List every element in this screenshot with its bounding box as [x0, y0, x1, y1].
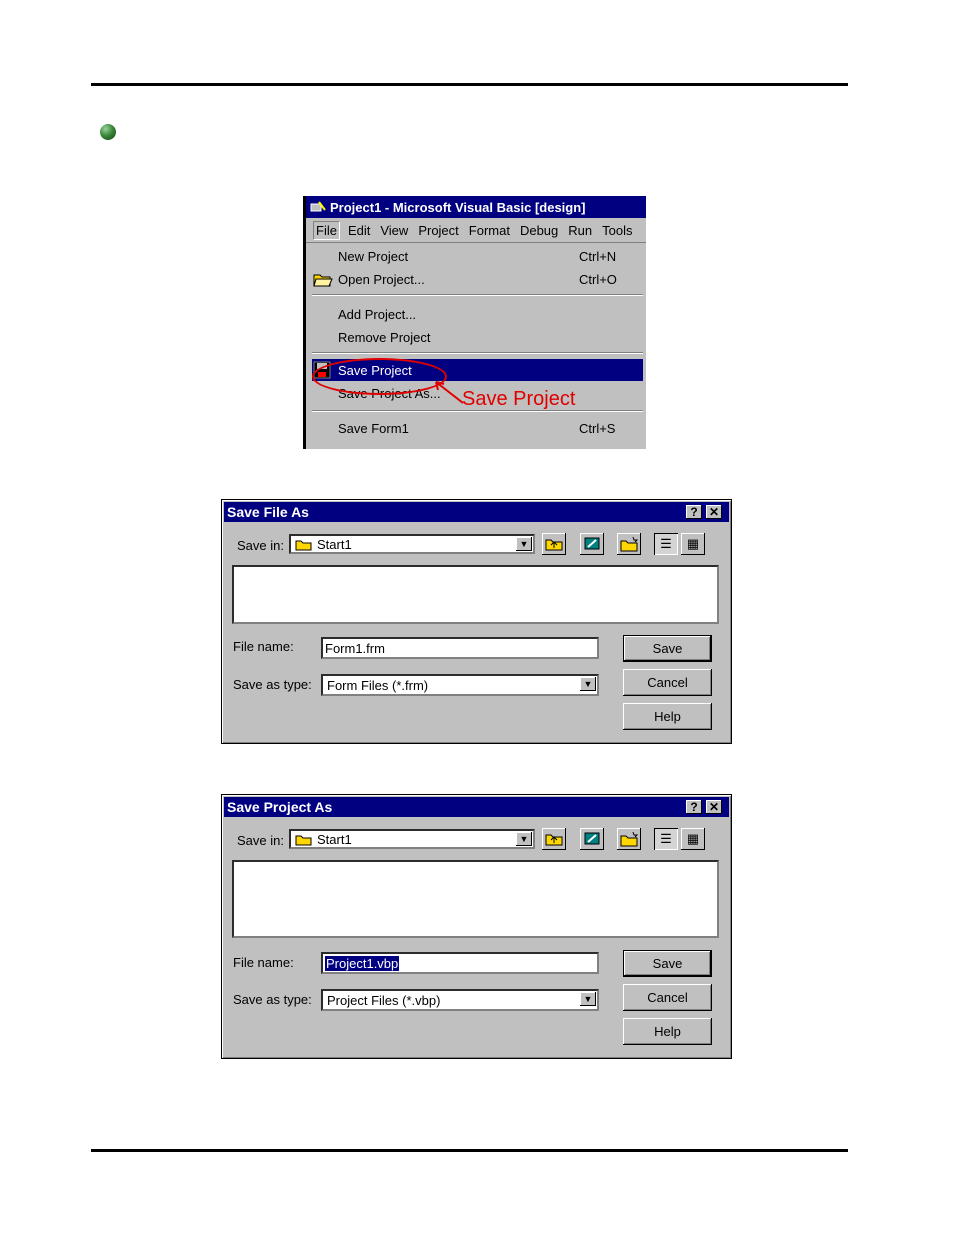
file-name-value: Project1.vbp: [325, 955, 400, 971]
menu-item-label: Open Project...: [338, 271, 425, 287]
menu-debug[interactable]: Debug: [520, 223, 558, 238]
list-view-icon[interactable]: ☰: [654, 828, 678, 850]
menu-view[interactable]: View: [380, 223, 408, 238]
save-in-combo[interactable]: Start1 ▼: [289, 829, 535, 849]
save-project-as-dialog: Save Project As ? ✕ Save in: Start1 ▼ ☰ …: [221, 794, 732, 1059]
vb-window: Project1 - Microsoft Visual Basic [desig…: [303, 196, 646, 449]
annotation-label: Save Project: [462, 388, 576, 410]
save-as-type-combo[interactable]: Form Files (*.frm) ▼: [321, 674, 599, 696]
vb-title-text: Project1 - Microsoft Visual Basic [desig…: [330, 199, 586, 215]
folder-icon: [295, 538, 312, 551]
menu-format[interactable]: Format: [469, 223, 510, 238]
help-button[interactable]: Help: [623, 703, 712, 730]
save-in-label: Save in:: [237, 833, 284, 848]
file-name-input[interactable]: Project1.vbp: [321, 952, 599, 974]
top-rule: [91, 83, 848, 86]
vb-menubar: File Edit View Project Format Debug Run …: [306, 218, 646, 243]
menu-item-label: Save Form1: [338, 420, 409, 436]
menu-file[interactable]: File: [313, 220, 340, 240]
menu-item-add-project[interactable]: Add Project...: [309, 303, 646, 325]
vb-titlebar: Project1 - Microsoft Visual Basic [desig…: [306, 196, 646, 218]
save-in-value: Start1: [317, 536, 352, 552]
help-title-button[interactable]: ?: [686, 505, 702, 519]
annotation-arrow: [435, 381, 464, 404]
menu-item-save-form1[interactable]: Save Form1 Ctrl+S: [309, 417, 646, 439]
file-list[interactable]: [232, 565, 719, 624]
new-folder-icon[interactable]: [617, 533, 641, 555]
save-as-type-value: Form Files (*.frm): [327, 677, 429, 693]
menu-item-shortcut: Ctrl+O: [579, 271, 617, 287]
menu-separator: [312, 352, 643, 354]
menu-item-new-project[interactable]: New Project Ctrl+N: [309, 245, 646, 267]
open-folder-icon: [313, 271, 333, 290]
dialog-title: Save File As: [227, 504, 309, 520]
file-name-label: File name:: [233, 639, 294, 654]
file-name-value: Form1.frm: [325, 640, 385, 656]
menu-tools[interactable]: Tools: [602, 223, 632, 238]
chevron-down-icon[interactable]: ▼: [516, 832, 532, 846]
menu-run[interactable]: Run: [568, 223, 592, 238]
list-view-icon[interactable]: ☰: [654, 533, 678, 555]
desktop-icon[interactable]: [580, 828, 604, 850]
menu-item-label: New Project: [338, 248, 409, 264]
save-as-type-value: Project Files (*.vbp): [327, 992, 441, 1008]
file-name-label: File name:: [233, 955, 294, 970]
desktop-icon[interactable]: [580, 533, 604, 555]
bullet-icon: [100, 124, 116, 140]
cancel-button[interactable]: Cancel: [623, 669, 712, 696]
close-icon[interactable]: ✕: [706, 800, 722, 814]
save-in-combo[interactable]: Start1 ▼: [289, 534, 535, 554]
save-button[interactable]: Save: [623, 950, 712, 977]
cancel-button[interactable]: Cancel: [623, 984, 712, 1011]
close-icon[interactable]: ✕: [706, 505, 722, 519]
save-as-type-combo[interactable]: Project Files (*.vbp) ▼: [321, 989, 599, 1011]
save-as-type-label: Save as type:: [233, 677, 312, 692]
up-folder-icon[interactable]: [542, 533, 566, 555]
dialog-title: Save Project As: [227, 799, 333, 815]
menu-item-label: Remove Project: [338, 329, 431, 345]
menu-project[interactable]: Project: [418, 223, 458, 238]
chevron-down-icon[interactable]: ▼: [516, 537, 532, 551]
menu-separator: [312, 294, 643, 296]
file-name-input[interactable]: Form1.frm: [321, 637, 599, 659]
menu-item-shortcut: Ctrl+N: [579, 248, 617, 264]
details-view-icon[interactable]: ▦: [681, 533, 705, 555]
help-button[interactable]: Help: [623, 1018, 712, 1045]
save-button[interactable]: Save: [623, 635, 712, 662]
bottom-rule: [91, 1149, 848, 1152]
file-list[interactable]: [232, 860, 719, 938]
dialog-titlebar: Save File As ? ✕: [224, 502, 729, 522]
chevron-down-icon[interactable]: ▼: [580, 677, 596, 691]
up-folder-icon[interactable]: [542, 828, 566, 850]
details-view-icon[interactable]: ▦: [681, 828, 705, 850]
save-file-as-dialog: Save File As ? ✕ Save in: Start1 ▼ ☰ ▦ F…: [221, 499, 732, 744]
save-in-label: Save in:: [237, 538, 284, 553]
file-menu: New Project Ctrl+N Open Project... Ctrl+…: [309, 242, 646, 449]
menu-item-remove-project[interactable]: Remove Project: [309, 326, 646, 348]
annotation-ellipse: [312, 358, 447, 395]
dialog-titlebar: Save Project As ? ✕: [224, 797, 729, 817]
save-in-value: Start1: [317, 831, 352, 847]
folder-icon: [295, 833, 312, 846]
menu-edit[interactable]: Edit: [348, 223, 370, 238]
menu-item-open-project[interactable]: Open Project... Ctrl+O: [309, 268, 646, 290]
save-as-type-label: Save as type:: [233, 992, 312, 1007]
chevron-down-icon[interactable]: ▼: [580, 992, 596, 1006]
new-folder-icon[interactable]: [617, 828, 641, 850]
vb-app-icon: [310, 200, 326, 214]
menu-item-shortcut: Ctrl+S: [579, 420, 616, 436]
help-title-button[interactable]: ?: [686, 800, 702, 814]
menu-item-label: Add Project...: [338, 306, 417, 322]
